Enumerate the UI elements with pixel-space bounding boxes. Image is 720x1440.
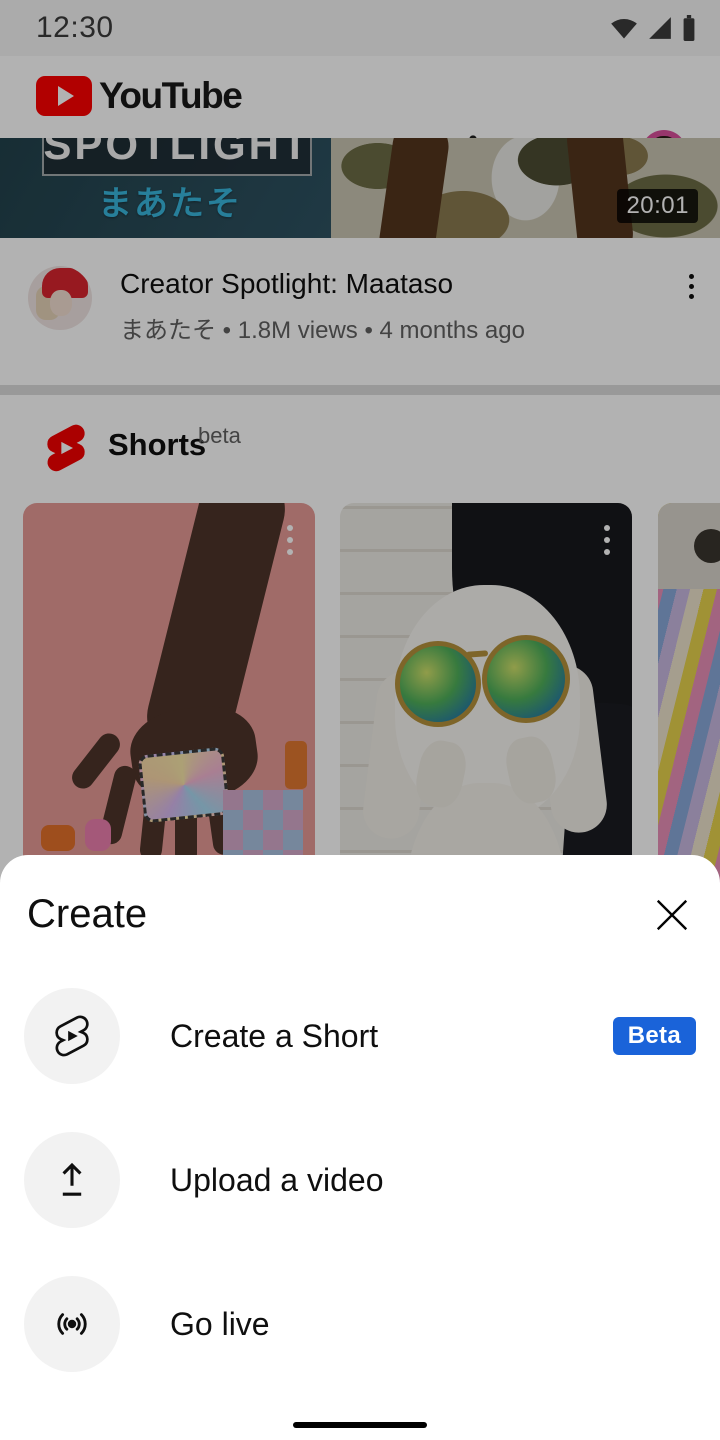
menu-item-label: Go live: [170, 1306, 270, 1343]
shorts-outline-icon: [24, 988, 120, 1084]
beta-badge: Beta: [613, 1017, 696, 1055]
menu-item-label: Upload a video: [170, 1162, 383, 1199]
close-icon[interactable]: [653, 896, 691, 934]
menu-item-go-live[interactable]: Go live: [0, 1276, 720, 1372]
go-live-icon: [24, 1276, 120, 1372]
menu-item-label: Create a Short: [170, 1018, 378, 1055]
youtube-app-screen: 12:30 YouTube: [0, 0, 720, 1440]
sheet-title: Create: [27, 892, 147, 937]
menu-item-upload-a-video[interactable]: Upload a video: [0, 1132, 720, 1228]
upload-icon: [24, 1132, 120, 1228]
gesture-navigation-bar[interactable]: [293, 1422, 427, 1428]
create-bottom-sheet: Create Create a Short Beta Upload a vide…: [0, 855, 720, 1440]
menu-item-create-a-short[interactable]: Create a Short Beta: [0, 988, 720, 1084]
